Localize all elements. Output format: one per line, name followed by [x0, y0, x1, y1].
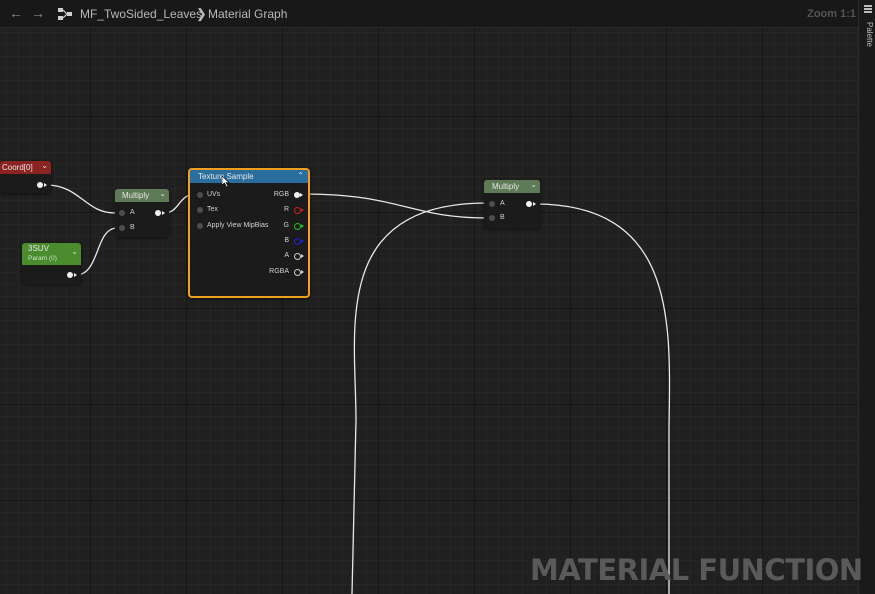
texture-output-r-label: R [283, 206, 289, 213]
chevron-down-icon[interactable]: ⌄ [530, 180, 537, 189]
side-panel: Palette [858, 0, 875, 594]
texture-sample-title: Texture Sample [190, 170, 308, 183]
material-editor: ← → MF_TwoSided_Leaves ❯ Material Graph … [0, 0, 875, 594]
texture-input-tex-pin[interactable] [197, 207, 203, 213]
pin-arrow-icon [301, 224, 304, 228]
pin-arrow-icon [44, 183, 47, 187]
texcoord-output-pin[interactable] [37, 182, 43, 188]
multiply-input-a-pin[interactable] [119, 210, 125, 216]
palette-icon[interactable] [864, 5, 872, 13]
texture-input-uvs-pin[interactable] [197, 192, 203, 198]
chevron-down-icon[interactable]: ⌄ [41, 161, 48, 170]
texture-sample-node[interactable]: Texture Sample ⌃ UVs Tex Apply View MipB… [188, 168, 310, 298]
wire-coord-to-multiply [45, 184, 116, 214]
texcoord-node[interactable]: Coord[0] ⌄ [0, 161, 51, 193]
chevron-down-icon[interactable]: ⌄ [159, 189, 166, 198]
scalar-param-node[interactable]: 3SUV Param (0) ⌄ [22, 243, 81, 284]
multiply-input-b-label: B [500, 214, 505, 221]
texture-output-a-label: A [284, 252, 289, 259]
multiply-input-a-pin[interactable] [489, 201, 495, 207]
chevron-up-icon[interactable]: ⌃ [297, 171, 304, 180]
pin-arrow-icon [74, 273, 77, 277]
pin-arrow-icon [162, 211, 165, 215]
texture-output-rgba-label: RGBA [269, 268, 289, 275]
mouse-cursor-icon [222, 176, 230, 187]
pin-arrow-icon [301, 254, 304, 258]
multiply-output-pin[interactable] [526, 201, 532, 207]
texture-output-rgba-pin[interactable] [294, 269, 301, 276]
pin-arrow-icon [533, 202, 536, 206]
wire-loop-in [351, 202, 488, 594]
multiply-output-pin[interactable] [155, 210, 161, 216]
pin-arrow-icon [301, 270, 304, 274]
texture-output-g-pin[interactable] [294, 223, 301, 230]
multiply-input-a-label: A [130, 209, 135, 216]
palette-tab[interactable]: Palette [861, 22, 874, 52]
texture-input-uvs-label: UVs [207, 191, 221, 198]
texture-output-g-label: G [283, 222, 289, 229]
multiply-node-right[interactable]: Multiply ⌄ A B [484, 180, 540, 228]
texture-input-tex-label: Tex [207, 206, 218, 213]
pin-arrow-icon [300, 193, 303, 197]
pin-arrow-icon [301, 208, 304, 212]
texture-output-a-pin[interactable] [294, 253, 301, 260]
multiply-input-b-label: B [130, 224, 135, 231]
wire-multiply-out [534, 203, 671, 594]
multiply-input-b-pin[interactable] [489, 215, 495, 221]
texture-input-mipbias-label: Apply View MipBias [207, 222, 269, 229]
multiply-input-b-pin[interactable] [119, 225, 125, 231]
pin-arrow-icon [301, 239, 304, 243]
param-output-pin[interactable] [67, 272, 73, 278]
texture-output-r-pin[interactable] [294, 207, 301, 214]
material-function-watermark: MATERIAL FUNCTION [530, 553, 863, 587]
texture-input-mipbias-pin[interactable] [197, 223, 203, 229]
chevron-down-icon[interactable]: ⌄ [71, 247, 78, 256]
wire-rgb-to-multiply [302, 193, 488, 219]
multiply-input-a-label: A [500, 200, 505, 207]
texture-output-b-label: B [284, 237, 289, 244]
wire-param-to-multiply [75, 227, 118, 276]
wire-layer [45, 184, 671, 594]
texture-output-b-pin[interactable] [294, 238, 301, 245]
texture-output-rgb-label: RGB [273, 191, 289, 198]
multiply-node-left[interactable]: Multiply ⌄ A B [115, 189, 169, 237]
